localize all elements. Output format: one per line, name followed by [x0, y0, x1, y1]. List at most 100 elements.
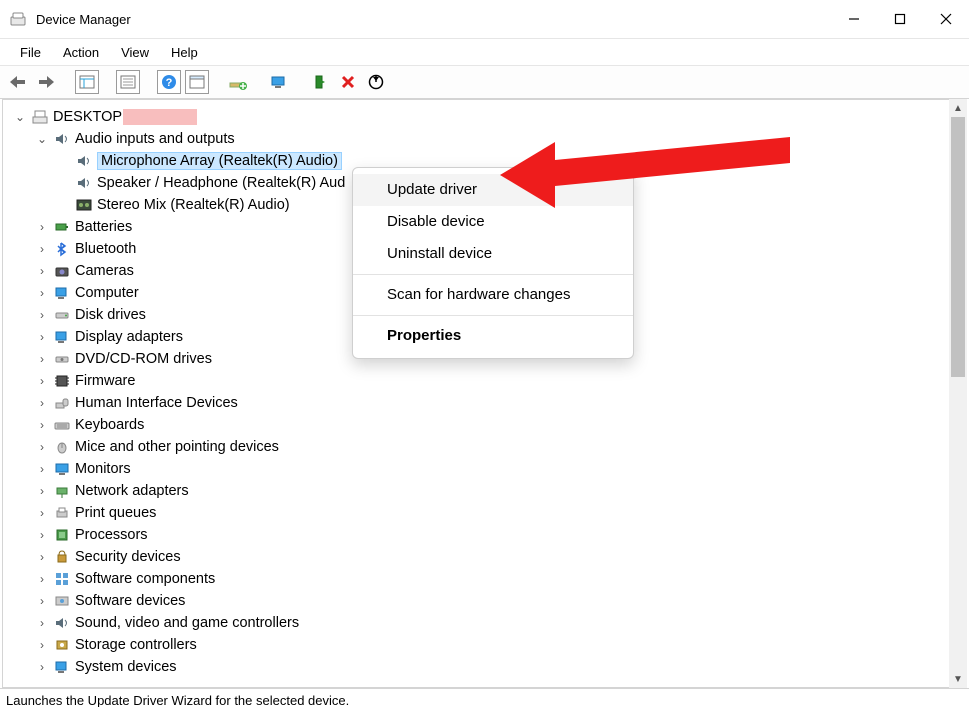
titlebar: Device Manager: [0, 0, 969, 39]
tree-node-label: Print queues: [75, 505, 156, 521]
storage-icon: [53, 636, 71, 654]
tree-category-mice[interactable]: › Mice and other pointing devices: [35, 436, 966, 458]
ctx-properties[interactable]: Properties: [353, 320, 633, 352]
tree-category-network[interactable]: › Network adapters: [35, 480, 966, 502]
expand-icon[interactable]: ›: [35, 616, 49, 630]
expand-icon[interactable]: ›: [35, 242, 49, 256]
tree-category-print-queues[interactable]: › Print queues: [35, 502, 966, 524]
expand-icon[interactable]: ›: [35, 440, 49, 454]
expand-icon[interactable]: ›: [35, 396, 49, 410]
menu-view[interactable]: View: [111, 42, 159, 63]
expand-icon[interactable]: ›: [35, 308, 49, 322]
expand-icon[interactable]: ›: [35, 638, 49, 652]
scroll-down-icon[interactable]: ▼: [953, 670, 963, 688]
tree-category-sound[interactable]: ›Sound, video and game controllers: [35, 612, 966, 634]
tree-node-label: Speaker / Headphone (Realtek(R) Aud: [97, 175, 345, 191]
menu-action[interactable]: Action: [53, 42, 109, 63]
expand-icon[interactable]: ›: [35, 374, 49, 388]
expand-icon[interactable]: ›: [35, 550, 49, 564]
scan-hardware-button[interactable]: [267, 70, 291, 94]
speaker-icon: [75, 152, 93, 170]
minimize-button[interactable]: [831, 0, 877, 38]
tree-node-label: DVD/CD-ROM drives: [75, 351, 212, 367]
forward-button[interactable]: [34, 70, 58, 94]
speaker-icon: [75, 174, 93, 192]
chip-icon: [53, 372, 71, 390]
show-hide-tree-button[interactable]: [75, 70, 99, 94]
help-button[interactable]: ?: [157, 70, 181, 94]
tree-category-hid[interactable]: › Human Interface Devices: [35, 392, 966, 414]
ctx-scan-hardware[interactable]: Scan for hardware changes: [353, 279, 633, 311]
properties-sheet-button[interactable]: [185, 70, 209, 94]
expand-icon[interactable]: ›: [35, 528, 49, 542]
tree-category-audio[interactable]: ⌄ Audio inputs and outputs: [35, 128, 966, 150]
tree-node-label: Human Interface Devices: [75, 395, 238, 411]
tree-node-label: Network adapters: [75, 483, 189, 499]
tree-node-label: DESKTOP: [53, 109, 122, 125]
expand-icon[interactable]: ›: [35, 418, 49, 432]
back-button[interactable]: [6, 70, 30, 94]
window-controls: [831, 0, 969, 38]
expand-icon[interactable]: ›: [35, 484, 49, 498]
tree-category-storage[interactable]: › Storage controllers: [35, 634, 966, 656]
tree-node-label: Mice and other pointing devices: [75, 439, 279, 455]
window-title: Device Manager: [36, 12, 131, 27]
expand-icon[interactable]: ›: [35, 286, 49, 300]
scroll-up-icon[interactable]: ▲: [953, 99, 963, 117]
disable-device-button[interactable]: [364, 70, 388, 94]
monitor-icon: [53, 460, 71, 478]
uninstall-device-button[interactable]: [336, 70, 360, 94]
expand-icon[interactable]: ›: [35, 506, 49, 520]
enable-device-button[interactable]: [308, 70, 332, 94]
tree-node-label: Storage controllers: [75, 637, 197, 653]
expand-icon[interactable]: ›: [35, 660, 49, 674]
expand-icon[interactable]: ›: [35, 352, 49, 366]
tree-category-security-devices[interactable]: ›Security devices: [35, 546, 966, 568]
tree-category-keyboards[interactable]: › Keyboards: [35, 414, 966, 436]
ctx-update-driver[interactable]: Update driver: [353, 174, 633, 206]
camera-icon: [53, 262, 71, 280]
expand-icon[interactable]: ›: [35, 264, 49, 278]
tree-node-label: Keyboards: [75, 417, 144, 433]
component-icon: [53, 570, 71, 588]
toolbar: ?: [0, 66, 969, 99]
expand-icon[interactable]: ›: [35, 572, 49, 586]
hid-icon: [53, 394, 71, 412]
tree-root[interactable]: ⌄ DESKTOP: [13, 106, 966, 128]
tree-node-label: Software components: [75, 571, 215, 587]
tree-category-software-devices[interactable]: › Software devices: [35, 590, 966, 612]
close-button[interactable]: [923, 0, 969, 38]
expand-icon[interactable]: ›: [35, 330, 49, 344]
ctx-uninstall-device[interactable]: Uninstall device: [353, 238, 633, 270]
tree-node-label: Microphone Array (Realtek(R) Audio): [97, 152, 342, 170]
maximize-button[interactable]: [877, 0, 923, 38]
tree-category-firmware[interactable]: ›Firmware: [35, 370, 966, 392]
tree-category-monitors[interactable]: ›Monitors: [35, 458, 966, 480]
update-driver-button[interactable]: [226, 70, 250, 94]
tree-category-software-components[interactable]: › Software components: [35, 568, 966, 590]
network-icon: [53, 482, 71, 500]
software-device-icon: [53, 592, 71, 610]
scroll-thumb[interactable]: [951, 117, 965, 377]
properties-button[interactable]: [116, 70, 140, 94]
tree-node-label: Stereo Mix (Realtek(R) Audio): [97, 197, 290, 213]
bluetooth-icon: [53, 240, 71, 258]
statusbar: Launches the Update Driver Wizard for th…: [0, 689, 969, 707]
menu-file[interactable]: File: [10, 42, 51, 63]
tree-node-label: Software devices: [75, 593, 185, 609]
tree-node-label: Cameras: [75, 263, 134, 279]
menu-help[interactable]: Help: [161, 42, 208, 63]
tree-category-system[interactable]: ›System devices: [35, 656, 966, 678]
computer-icon: [31, 108, 49, 126]
optical-drive-icon: [53, 350, 71, 368]
expand-icon[interactable]: ›: [35, 594, 49, 608]
tree-node-label: Display adapters: [75, 329, 183, 345]
tree-node-label: Audio inputs and outputs: [75, 131, 235, 147]
ctx-disable-device[interactable]: Disable device: [353, 206, 633, 238]
expand-icon[interactable]: ›: [35, 220, 49, 234]
collapse-icon[interactable]: ⌄: [35, 132, 49, 146]
vertical-scrollbar[interactable]: ▲ ▼: [949, 99, 967, 688]
collapse-icon[interactable]: ⌄: [13, 110, 27, 124]
tree-category-processors[interactable]: ›Processors: [35, 524, 966, 546]
expand-icon[interactable]: ›: [35, 462, 49, 476]
